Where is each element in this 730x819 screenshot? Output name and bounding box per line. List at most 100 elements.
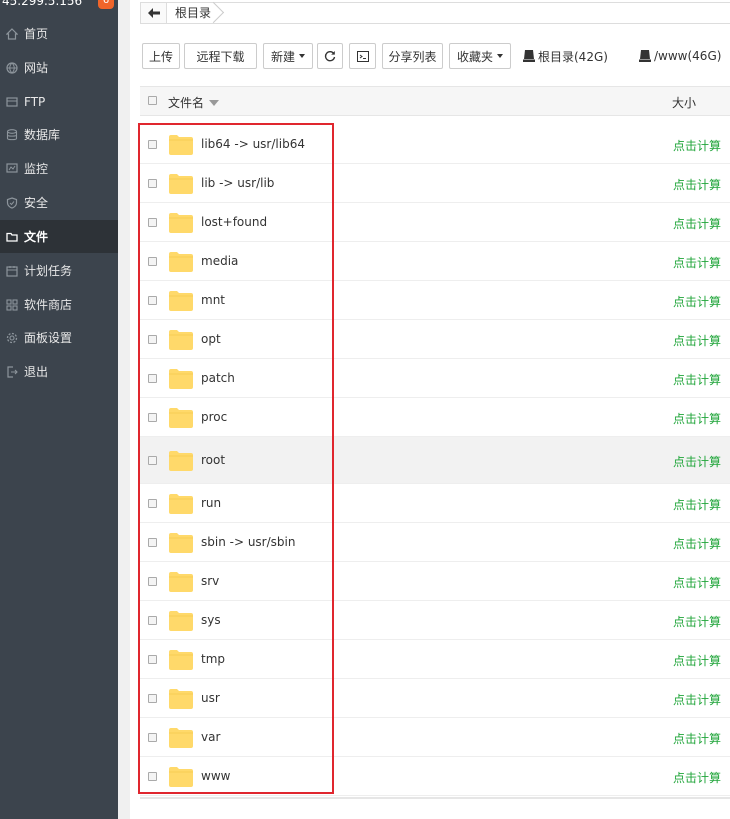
sidebar-item-8[interactable]: 软件商店 bbox=[0, 288, 118, 321]
favorites-dropdown-button[interactable]: 收藏夹 bbox=[449, 43, 511, 69]
column-header-size[interactable]: 大小 bbox=[672, 94, 696, 111]
sidebar-item-4[interactable]: 监控 bbox=[0, 152, 118, 185]
refresh-button[interactable] bbox=[317, 43, 343, 69]
file-name[interactable]: proc bbox=[201, 410, 227, 424]
file-name[interactable]: usr bbox=[201, 691, 220, 705]
calculate-size-link[interactable]: 点击计算 bbox=[673, 254, 721, 271]
table-row[interactable]: run 点击计算 bbox=[140, 484, 730, 523]
table-row[interactable]: opt 点击计算 bbox=[140, 320, 730, 359]
sidebar-item-10[interactable]: 退出 bbox=[0, 355, 118, 388]
table-row[interactable]: www 点击计算 bbox=[140, 757, 730, 796]
table-row[interactable]: media 点击计算 bbox=[140, 242, 730, 281]
file-name[interactable]: sbin -> usr/sbin bbox=[201, 535, 295, 549]
row-checkbox[interactable] bbox=[148, 140, 157, 149]
table-row[interactable]: root 点击计算 bbox=[140, 437, 730, 484]
calculate-size-link[interactable]: 点击计算 bbox=[673, 371, 721, 388]
row-checkbox[interactable] bbox=[148, 733, 157, 742]
calculate-size-link[interactable]: 点击计算 bbox=[673, 769, 721, 786]
row-checkbox[interactable] bbox=[148, 374, 157, 383]
back-button[interactable] bbox=[141, 3, 167, 23]
select-all-checkbox[interactable] bbox=[148, 96, 157, 105]
row-checkbox[interactable] bbox=[148, 179, 157, 188]
folder-icon bbox=[169, 533, 193, 553]
file-name[interactable]: srv bbox=[201, 574, 219, 588]
column-name-label: 文件名 bbox=[168, 96, 205, 110]
calculate-size-link[interactable]: 点击计算 bbox=[673, 137, 721, 154]
sidebar-item-3[interactable]: 数据库 bbox=[0, 118, 118, 151]
database-icon bbox=[5, 128, 19, 142]
file-name[interactable]: lib64 -> usr/lib64 bbox=[201, 137, 305, 151]
calculate-size-link[interactable]: 点击计算 bbox=[673, 535, 721, 552]
table-row[interactable]: srv 点击计算 bbox=[140, 562, 730, 601]
table-row[interactable]: var 点击计算 bbox=[140, 718, 730, 757]
file-name[interactable]: tmp bbox=[201, 652, 225, 666]
calculate-size-link[interactable]: 点击计算 bbox=[673, 215, 721, 232]
file-name[interactable]: root bbox=[201, 453, 225, 467]
disk-www[interactable]: /www(46G) bbox=[639, 45, 721, 67]
sidebar-item-5[interactable]: 安全 bbox=[0, 186, 118, 219]
row-checkbox[interactable] bbox=[148, 499, 157, 508]
table-row[interactable]: usr 点击计算 bbox=[140, 679, 730, 718]
file-name[interactable]: media bbox=[201, 254, 238, 268]
row-checkbox[interactable] bbox=[148, 456, 157, 465]
file-name[interactable]: patch bbox=[201, 371, 235, 385]
column-header-name[interactable]: 文件名 bbox=[168, 94, 220, 111]
row-checkbox[interactable] bbox=[148, 694, 157, 703]
file-name[interactable]: sys bbox=[201, 613, 221, 627]
calculate-size-link[interactable]: 点击计算 bbox=[673, 496, 721, 513]
table-row[interactable]: lib64 -> usr/lib64 点击计算 bbox=[140, 125, 730, 164]
sidebar-item-0[interactable]: 首页 bbox=[0, 17, 118, 50]
table-row[interactable]: lost+found 点击计算 bbox=[140, 203, 730, 242]
calculate-size-link[interactable]: 点击计算 bbox=[673, 730, 721, 747]
row-checkbox[interactable] bbox=[148, 655, 157, 664]
sidebar-item-6[interactable]: 文件 bbox=[0, 220, 118, 253]
table-row[interactable]: sys 点击计算 bbox=[140, 601, 730, 640]
calculate-size-link[interactable]: 点击计算 bbox=[673, 652, 721, 669]
sidebar-item-2[interactable]: FTP bbox=[0, 85, 118, 118]
row-checkbox[interactable] bbox=[148, 413, 157, 422]
sidebar-item-9[interactable]: 面板设置 bbox=[0, 321, 118, 354]
breadcrumb-root[interactable]: 根目录 bbox=[167, 3, 223, 23]
calculate-size-link[interactable]: 点击计算 bbox=[673, 574, 721, 591]
calculate-size-link[interactable]: 点击计算 bbox=[673, 691, 721, 708]
file-name[interactable]: www bbox=[201, 769, 230, 783]
table-row[interactable]: sbin -> usr/sbin 点击计算 bbox=[140, 523, 730, 562]
row-checkbox[interactable] bbox=[148, 218, 157, 227]
row-checkbox[interactable] bbox=[148, 257, 157, 266]
calculate-size-link[interactable]: 点击计算 bbox=[673, 332, 721, 349]
row-checkbox[interactable] bbox=[148, 335, 157, 344]
share-list-button[interactable]: 分享列表 bbox=[382, 43, 443, 69]
sidebar-item-7[interactable]: 计划任务 bbox=[0, 254, 118, 287]
row-checkbox[interactable] bbox=[148, 577, 157, 586]
calculate-size-link[interactable]: 点击计算 bbox=[673, 176, 721, 193]
calculate-size-link[interactable]: 点击计算 bbox=[673, 410, 721, 427]
table-row[interactable]: lib -> usr/lib 点击计算 bbox=[140, 164, 730, 203]
terminal-button[interactable] bbox=[349, 43, 376, 69]
table-row[interactable]: proc 点击计算 bbox=[140, 398, 730, 437]
notification-badge[interactable]: 6 bbox=[98, 0, 114, 9]
sidebar-item-label: 计划任务 bbox=[24, 264, 73, 278]
table-row[interactable]: patch 点击计算 bbox=[140, 359, 730, 398]
calculate-size-link[interactable]: 点击计算 bbox=[673, 613, 721, 630]
file-name[interactable]: lost+found bbox=[201, 215, 267, 229]
table-row[interactable]: mnt 点击计算 bbox=[140, 281, 730, 320]
calculate-size-link[interactable]: 点击计算 bbox=[673, 293, 721, 310]
calculate-size-link[interactable]: 点击计算 bbox=[673, 453, 721, 470]
file-name[interactable]: opt bbox=[201, 332, 221, 346]
row-checkbox[interactable] bbox=[148, 772, 157, 781]
sidebar-item-1[interactable]: 网站 bbox=[0, 51, 118, 84]
disk-root[interactable]: 根目录(42G) bbox=[523, 45, 608, 67]
remote-download-button[interactable]: 远程下载 bbox=[184, 43, 257, 69]
row-checkbox[interactable] bbox=[148, 616, 157, 625]
row-checkbox[interactable] bbox=[148, 538, 157, 547]
file-name[interactable]: lib -> usr/lib bbox=[201, 176, 274, 190]
folder-icon bbox=[169, 572, 193, 592]
table-row[interactable]: tmp 点击计算 bbox=[140, 640, 730, 679]
file-name[interactable]: mnt bbox=[201, 293, 225, 307]
upload-button[interactable]: 上传 bbox=[142, 43, 180, 69]
file-name[interactable]: var bbox=[201, 730, 220, 744]
row-checkbox[interactable] bbox=[148, 296, 157, 305]
new-dropdown-button[interactable]: 新建 bbox=[263, 43, 313, 69]
file-name[interactable]: run bbox=[201, 496, 221, 510]
terminal-icon bbox=[356, 50, 369, 62]
